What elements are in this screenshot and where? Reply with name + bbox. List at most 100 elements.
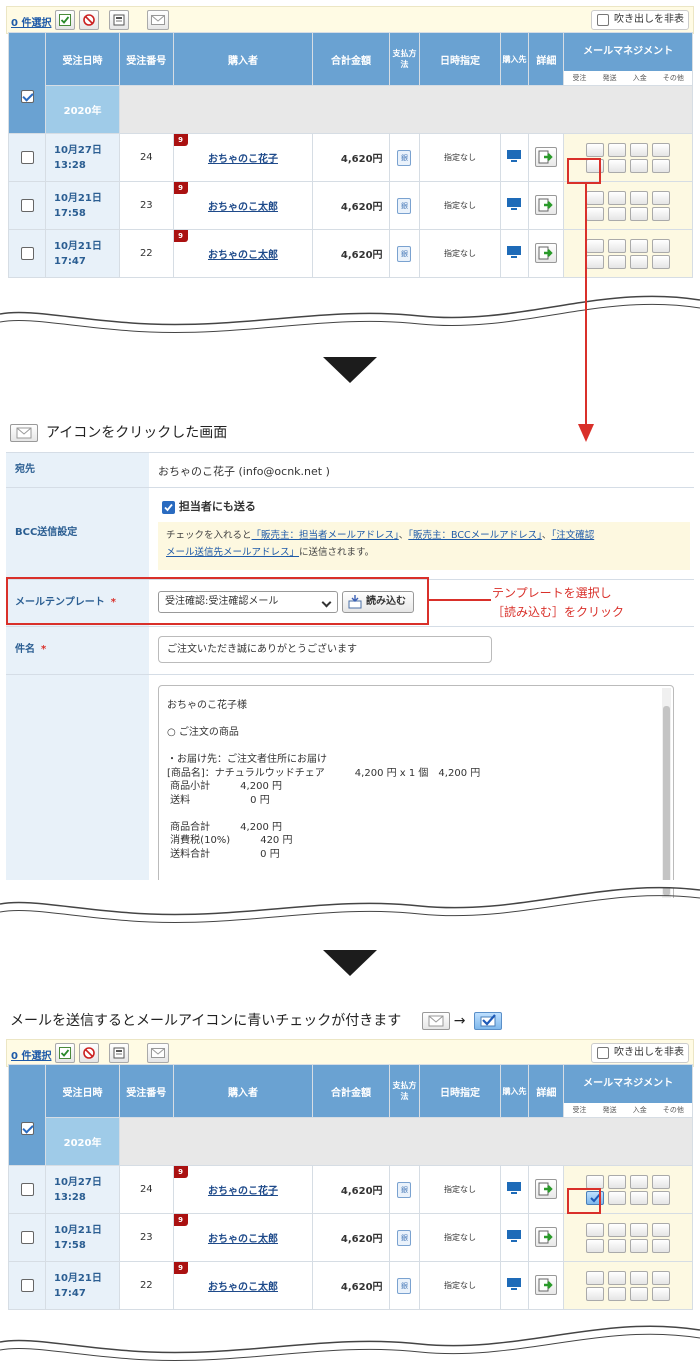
detail-button[interactable]	[535, 1226, 558, 1247]
detail-button[interactable]	[535, 1178, 558, 1199]
clipboard-icon[interactable]	[586, 1270, 605, 1285]
coin-icon[interactable]	[630, 1222, 649, 1237]
document-icon[interactable]	[652, 1222, 671, 1237]
pc-icon	[507, 246, 522, 258]
buyer-link[interactable]: おちゃのこ太郎	[208, 1234, 278, 1245]
pay-mail-icon[interactable]	[630, 1238, 649, 1253]
pay-mail-icon[interactable]	[630, 1286, 649, 1301]
hide-balloon-toggle[interactable]: 吹き出しを非表示	[591, 10, 689, 43]
pay-mail-icon[interactable]	[630, 158, 649, 173]
order-mail-icon[interactable]	[586, 1286, 605, 1301]
hide-balloon-checkbox[interactable]	[597, 1047, 609, 1059]
row-checkbox[interactable]	[20, 247, 34, 261]
header-buyer[interactable]: 購入者	[172, 32, 314, 86]
template-callout: テンプレートを選択し ［読み込む］をクリック	[492, 586, 625, 619]
header-date[interactable]: 受注日時	[45, 1064, 121, 1118]
bulk-toolbar-2: 0 件選択 吹き出しを非表示	[6, 1039, 694, 1076]
detail-button[interactable]	[535, 242, 558, 263]
truck-icon[interactable]	[608, 1270, 627, 1285]
buyer-link[interactable]: おちゃのこ花子	[208, 1186, 278, 1197]
order-mail-icon[interactable]	[586, 1238, 605, 1253]
ship-mail-icon[interactable]	[608, 158, 627, 173]
pay-mail-icon[interactable]	[630, 254, 649, 269]
ship-mail-icon[interactable]	[608, 206, 627, 221]
seller-staff-mail-link[interactable]: 「販売主：担当者メールアドレス」	[252, 530, 399, 541]
bank-pay-icon: 銀	[397, 1229, 412, 1246]
bottom-caption: メールを送信するとメールアイコンに青いチェックが付きます →	[10, 1010, 510, 1030]
document-icon[interactable]	[652, 1174, 671, 1189]
truck-icon[interactable]	[608, 1174, 627, 1189]
detail-button[interactable]	[535, 1274, 558, 1295]
pay-mail-icon[interactable]	[630, 206, 649, 221]
bcc-checkbox[interactable]	[162, 500, 175, 514]
row-checkbox[interactable]	[20, 1183, 34, 1197]
header-date[interactable]: 受注日時	[45, 32, 121, 86]
row-checkbox[interactable]	[20, 151, 34, 165]
bulk-cancel-button[interactable]	[79, 1043, 99, 1063]
ship-mail-icon[interactable]	[608, 254, 627, 269]
truck-icon[interactable]	[608, 1222, 627, 1237]
clipboard-icon[interactable]	[586, 1222, 605, 1237]
select-all-checkbox[interactable]	[20, 89, 34, 103]
header-total[interactable]: 合計金額	[312, 1064, 390, 1118]
hide-balloon-checkbox[interactable]	[597, 14, 609, 26]
document-icon[interactable]	[652, 190, 671, 205]
pay-mail-icon[interactable]	[630, 1190, 649, 1205]
selected-count-link[interactable]: 0 件選択	[11, 14, 51, 29]
coin-icon[interactable]	[630, 190, 649, 205]
ship-mail-icon[interactable]	[608, 1190, 627, 1205]
row-checkbox[interactable]	[20, 1231, 34, 1245]
bcc-checkbox-row[interactable]: 担当者にも送る	[162, 498, 256, 514]
coin-icon[interactable]	[630, 1270, 649, 1285]
document-icon[interactable]	[652, 142, 671, 157]
coin-icon[interactable]	[630, 142, 649, 157]
bulk-print-button[interactable]	[109, 1043, 129, 1063]
selected-count-link[interactable]: 0 件選択	[11, 1047, 51, 1062]
truck-icon[interactable]	[608, 238, 627, 253]
clipboard-icon[interactable]	[586, 1174, 605, 1189]
bulk-print-button[interactable]	[109, 10, 129, 30]
bulk-check-button[interactable]	[55, 10, 75, 30]
other-mail-icon[interactable]	[652, 1286, 671, 1301]
document-icon[interactable]	[652, 238, 671, 253]
order-confirm-mail-link[interactable]: 「注文確認	[551, 530, 594, 541]
buyer-link[interactable]: おちゃのこ太郎	[208, 250, 278, 261]
bulk-check-button[interactable]	[55, 1043, 75, 1063]
subject-input[interactable]: ご注文いただき誠にありがとうございます	[158, 636, 492, 663]
document-icon[interactable]	[652, 1270, 671, 1285]
other-mail-icon[interactable]	[652, 1190, 671, 1205]
bank-pay-icon: 銀	[397, 1181, 412, 1198]
order-confirm-mail-link-2[interactable]: メール送信先メールアドレス」	[166, 547, 299, 558]
header-order-no[interactable]: 受注番号	[119, 32, 174, 86]
other-mail-icon[interactable]	[652, 254, 671, 269]
select-all-checkbox[interactable]	[20, 1121, 34, 1135]
clipboard-icon[interactable]	[586, 142, 605, 157]
header-buyer[interactable]: 購入者	[172, 1064, 314, 1118]
buyer-link[interactable]: おちゃのこ太郎	[208, 1282, 278, 1293]
truck-icon[interactable]	[608, 190, 627, 205]
detail-button[interactable]	[535, 194, 558, 215]
bulk-mail-button[interactable]	[147, 10, 169, 30]
truck-icon[interactable]	[608, 142, 627, 157]
header-order-no[interactable]: 受注番号	[119, 1064, 174, 1118]
ship-mail-icon[interactable]	[608, 1238, 627, 1253]
highlight-order-mail-icon	[567, 158, 601, 184]
header-total[interactable]: 合計金額	[312, 32, 390, 86]
hide-balloon-toggle[interactable]: 吹き出しを非表示	[591, 1043, 689, 1076]
select-all-cell	[7, 1064, 47, 1166]
coin-icon[interactable]	[630, 238, 649, 253]
other-mail-icon[interactable]	[652, 158, 671, 173]
detail-button[interactable]	[535, 146, 558, 167]
row-checkbox[interactable]	[20, 199, 34, 213]
ship-mail-icon[interactable]	[608, 1286, 627, 1301]
torn-edge-3	[0, 1318, 700, 1369]
bulk-mail-button[interactable]	[147, 1043, 169, 1063]
other-mail-icon[interactable]	[652, 206, 671, 221]
bulk-cancel-button[interactable]	[79, 10, 99, 30]
seller-bcc-mail-link[interactable]: 「販売主：BCCメールアドレス」	[408, 530, 542, 541]
coin-icon[interactable]	[630, 1174, 649, 1189]
buyer-link[interactable]: おちゃのこ太郎	[208, 202, 278, 213]
other-mail-icon[interactable]	[652, 1238, 671, 1253]
row-checkbox[interactable]	[20, 1279, 34, 1293]
buyer-link[interactable]: おちゃのこ花子	[208, 154, 278, 165]
